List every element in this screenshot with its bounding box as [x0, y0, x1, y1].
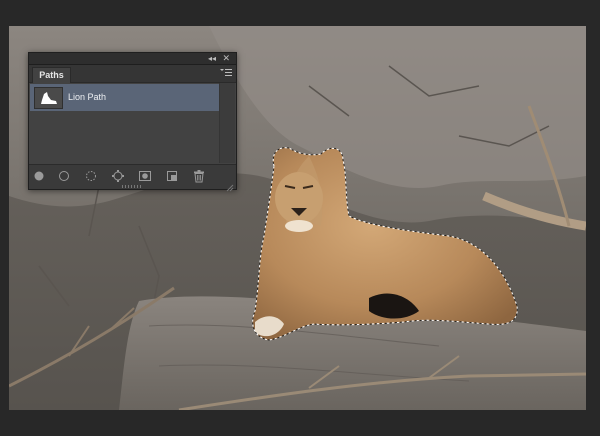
panel-menu-icon[interactable]: [220, 68, 232, 78]
stroke-path-icon[interactable]: [57, 169, 71, 183]
path-thumbnail-icon: [34, 87, 63, 109]
panel-footer-toolbar: [29, 164, 236, 192]
new-path-icon[interactable]: [165, 169, 179, 183]
path-item-lion-path[interactable]: Lion Path: [30, 84, 219, 111]
panel-scrollbar[interactable]: [219, 83, 235, 163]
tab-paths[interactable]: Paths: [32, 67, 71, 83]
collapse-panel-icon[interactable]: ◂◂: [208, 53, 216, 64]
paths-panel: ◂◂ ✕ Paths Lion Path: [28, 52, 237, 192]
fill-path-icon[interactable]: [32, 169, 46, 183]
panel-tabbar: Paths: [29, 65, 236, 83]
path-name-label: Lion Path: [68, 92, 107, 102]
add-mask-icon[interactable]: [138, 169, 152, 183]
make-work-path-icon[interactable]: [111, 169, 125, 183]
close-panel-icon[interactable]: ✕: [222, 53, 230, 64]
panel-titlebar[interactable]: ◂◂ ✕: [29, 53, 236, 65]
resize-corner-icon[interactable]: [226, 179, 234, 192]
load-selection-icon[interactable]: [84, 169, 98, 183]
panel-resize-grip[interactable]: [122, 185, 142, 188]
delete-path-icon[interactable]: [192, 169, 206, 183]
